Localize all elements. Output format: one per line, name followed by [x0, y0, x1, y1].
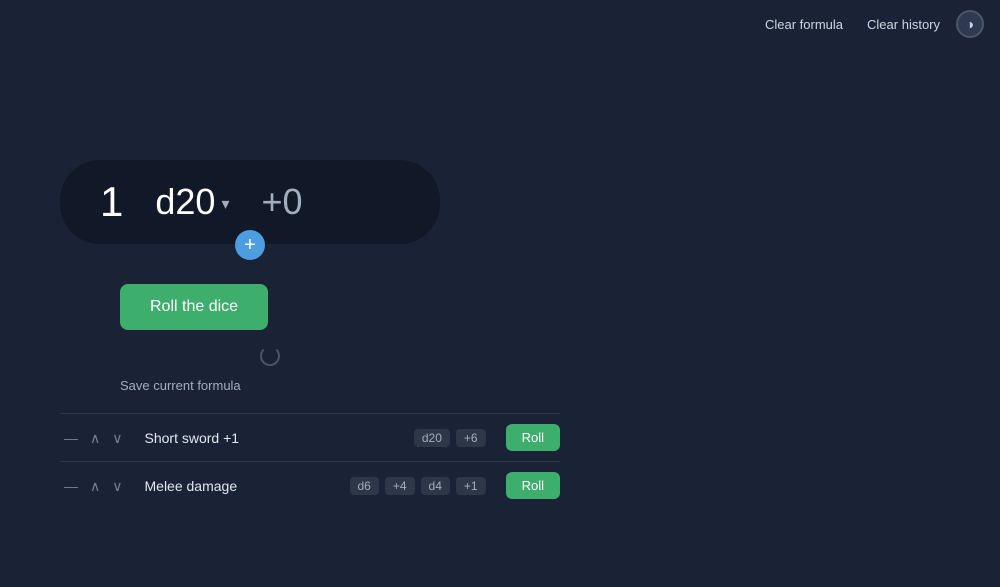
minus-icon: —	[64, 430, 78, 446]
main-content: 1 d20 ▾ +0 + Roll the dice Save current …	[0, 40, 1000, 509]
clear-formula-button[interactable]: Clear formula	[757, 13, 851, 36]
dice-chip: d6	[350, 477, 379, 495]
roll-button[interactable]: Roll the dice	[120, 284, 268, 330]
formula-roll-button[interactable]: Roll	[506, 424, 560, 451]
formula-delete-button[interactable]: —	[60, 429, 82, 447]
dice-count: 1	[100, 178, 123, 226]
dice-type-label: d20	[155, 181, 215, 223]
formula-down-button[interactable]: ∨	[108, 477, 126, 495]
down-arrow-icon: ∨	[112, 478, 122, 494]
formula-name: Melee damage	[137, 478, 340, 494]
formula-up-button[interactable]: ∧	[86, 477, 104, 495]
loading-spinner-container	[260, 346, 280, 366]
loading-spinner	[260, 346, 280, 366]
formula-controls: — ∧ ∨	[60, 429, 127, 447]
chevron-down-icon: ▾	[221, 194, 229, 214]
minus-icon: —	[64, 478, 78, 494]
dice-chip: d20	[414, 429, 450, 447]
dice-chip: d4	[421, 477, 450, 495]
formula-delete-button[interactable]: —	[60, 477, 82, 495]
formulas-section: — ∧ ∨ Short sword +1 d20 +6 Roll —	[60, 413, 560, 509]
save-formula-link[interactable]: Save current formula	[120, 378, 241, 393]
dice-chip: +6	[456, 429, 486, 447]
formula-down-button[interactable]: ∨	[108, 429, 126, 447]
formula-dice: d6 +4 d4 +1	[350, 477, 486, 495]
modifier-display: +0	[261, 181, 302, 223]
dice-type-selector[interactable]: d20 ▾	[155, 181, 229, 223]
dice-roller: 1 d20 ▾ +0 +	[60, 160, 440, 244]
clear-history-button[interactable]: Clear history	[859, 13, 948, 36]
formula-row: — ∧ ∨ Short sword +1 d20 +6 Roll	[60, 413, 560, 461]
formula-roll-button[interactable]: Roll	[506, 472, 560, 499]
dice-chip: +1	[456, 477, 486, 495]
formula-controls: — ∧ ∨	[60, 477, 127, 495]
up-arrow-icon: ∧	[90, 430, 100, 446]
down-arrow-icon: ∨	[112, 430, 122, 446]
add-dice-button[interactable]: +	[235, 230, 265, 260]
formula-dice: d20 +6	[414, 429, 486, 447]
plus-icon: +	[244, 235, 256, 255]
formula-up-button[interactable]: ∧	[86, 429, 104, 447]
formula-name: Short sword +1	[137, 430, 404, 446]
dice-chip: +4	[385, 477, 415, 495]
formula-row: — ∧ ∨ Melee damage d6 +4 d4 +1 Roll	[60, 461, 560, 509]
theme-toggle-button[interactable]: ◑	[956, 10, 984, 38]
up-arrow-icon: ∧	[90, 478, 100, 494]
theme-icon: ◑	[966, 16, 974, 32]
